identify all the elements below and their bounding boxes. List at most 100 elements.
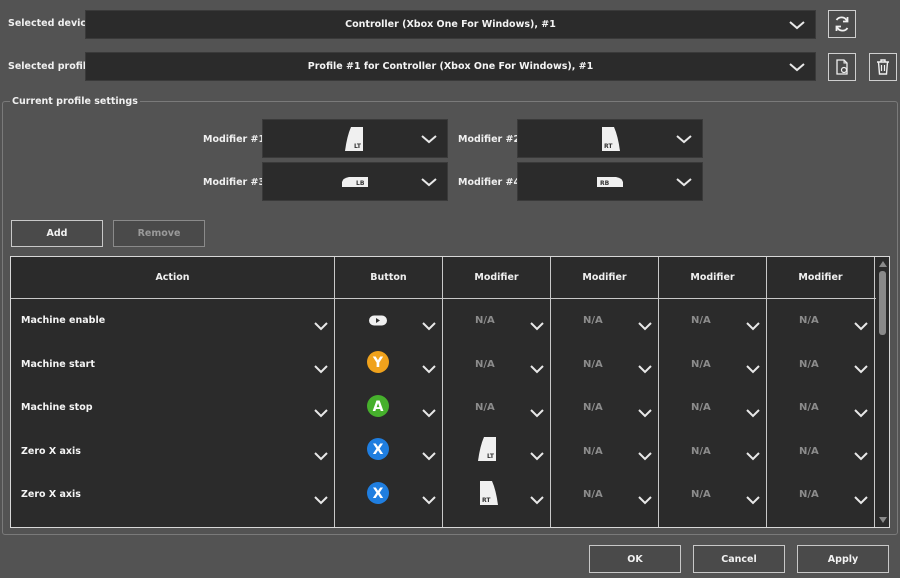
modifier-select[interactable]: N/A <box>767 473 874 516</box>
modifier-select[interactable]: N/A <box>767 299 874 342</box>
na-label: N/A <box>691 315 711 326</box>
chevron-down-icon <box>422 446 436 461</box>
chevron-down-icon <box>530 403 544 417</box>
header-modifier-3: Modifier <box>690 272 735 283</box>
chevron-down-icon <box>854 446 868 461</box>
svg-text:RT: RT <box>604 143 613 150</box>
chevron-down-icon <box>530 359 544 374</box>
vertical-scrollbar[interactable] <box>876 257 889 527</box>
scroll-up-icon[interactable] <box>879 261 887 267</box>
button-select[interactable]: A <box>335 386 442 429</box>
modifier-4-select[interactable]: RB <box>517 162 703 201</box>
selected-profile-label: Selected profile <box>8 61 93 72</box>
button-select[interactable] <box>335 299 442 342</box>
na-label: N/A <box>799 489 819 500</box>
scrollbar-thumb[interactable] <box>879 271 886 335</box>
action-select[interactable]: Machine enable <box>11 299 334 342</box>
modifier-select[interactable]: N/A <box>767 386 874 429</box>
remove-button[interactable]: Remove <box>113 220 205 247</box>
add-button[interactable]: Add <box>11 220 103 247</box>
na-label: N/A <box>583 358 603 370</box>
header-action: Action <box>155 272 190 283</box>
modifier-select[interactable]: N/A <box>551 473 658 516</box>
modifier-select[interactable]: N/A <box>443 343 550 386</box>
rb-bumper-icon: RB <box>597 176 623 187</box>
svg-text:LT: LT <box>487 453 495 460</box>
modifier-select[interactable]: N/A <box>551 430 658 473</box>
svg-text:X: X <box>372 486 383 502</box>
button-select[interactable]: X <box>335 473 442 516</box>
chevron-down-icon <box>746 403 760 417</box>
modifier-select[interactable]: N/A <box>443 386 550 429</box>
chevron-down-icon <box>422 316 436 330</box>
modifier-select[interactable]: RT <box>443 473 550 516</box>
na-label: N/A <box>799 402 819 413</box>
rt-trigger-icon: RT <box>602 126 620 151</box>
chevron-down-icon <box>854 403 868 417</box>
na-label: N/A <box>691 489 711 500</box>
modifier-select[interactable]: N/A <box>443 299 550 342</box>
action-select[interactable]: Zero X axis <box>11 473 334 516</box>
chevron-down-icon <box>638 446 652 461</box>
apply-button[interactable]: Apply <box>797 545 889 573</box>
modifier-select[interactable]: N/A <box>659 430 766 473</box>
modifier-select[interactable]: LT <box>443 430 550 473</box>
modifier-select[interactable]: N/A <box>767 343 874 386</box>
modifier-select[interactable]: N/A <box>659 386 766 429</box>
modifier-2-label: Modifier #2 <box>458 134 521 145</box>
modifier-3-select[interactable]: LB <box>262 162 448 201</box>
rt-trigger-icon: RT <box>479 480 498 505</box>
device-select-value: Controller (Xbox One For Windows), #1 <box>345 19 556 30</box>
chevron-down-icon <box>854 359 868 374</box>
column-divider <box>874 257 875 527</box>
modifier-2-select[interactable]: RT <box>517 119 703 158</box>
modifier-select[interactable]: N/A <box>659 299 766 342</box>
modifier-select[interactable]: N/A <box>551 386 658 429</box>
action-select[interactable]: Machine start <box>11 343 334 386</box>
delete-profile-button[interactable] <box>869 53 897 81</box>
edit-profile-icon <box>836 59 848 75</box>
chevron-down-icon <box>854 490 868 504</box>
action-select[interactable]: Zero X axis <box>11 430 334 473</box>
ok-button[interactable]: OK <box>589 545 681 573</box>
chevron-down-icon <box>422 403 436 417</box>
refresh-button[interactable] <box>828 10 856 38</box>
chevron-down-icon <box>638 359 652 374</box>
chevron-down-icon <box>314 403 328 417</box>
lt-trigger-icon: LT <box>477 437 496 461</box>
refresh-icon <box>835 16 849 32</box>
modifier-select[interactable]: N/A <box>767 430 874 473</box>
profile-select[interactable]: Profile #1 for Controller (Xbox One For … <box>85 52 816 81</box>
button-select[interactable]: X <box>335 430 442 473</box>
selected-device-label: Selected device <box>8 18 93 29</box>
x-button-icon: X <box>366 438 389 460</box>
device-select[interactable]: Controller (Xbox One For Windows), #1 <box>85 10 816 39</box>
button-select[interactable]: Y <box>335 343 442 386</box>
chevron-down-icon <box>746 490 760 504</box>
chevron-down-icon <box>789 62 805 72</box>
modifier-select[interactable]: N/A <box>659 473 766 516</box>
action-select[interactable]: Machine stop <box>11 386 334 429</box>
na-label: N/A <box>583 489 603 500</box>
action-label: Machine start <box>21 358 95 370</box>
action-label: Zero X axis <box>21 489 81 500</box>
chevron-down-icon <box>746 446 760 461</box>
edit-profile-button[interactable] <box>828 53 856 81</box>
modifier-1-select[interactable]: LT <box>262 119 448 158</box>
na-label: N/A <box>475 315 495 326</box>
chevron-down-icon <box>789 20 805 30</box>
chevron-down-icon <box>421 177 437 187</box>
svg-text:RB: RB <box>600 180 610 187</box>
modifier-select[interactable]: N/A <box>659 343 766 386</box>
na-label: N/A <box>691 445 711 457</box>
chevron-down-icon <box>530 490 544 504</box>
na-label: N/A <box>475 402 495 413</box>
svg-text:X: X <box>372 442 383 458</box>
modifier-select[interactable]: N/A <box>551 343 658 386</box>
scroll-down-icon[interactable] <box>879 517 887 523</box>
svg-text:LB: LB <box>356 180 365 187</box>
chevron-down-icon <box>638 490 652 504</box>
chevron-down-icon <box>421 134 437 144</box>
cancel-button[interactable]: Cancel <box>693 545 785 573</box>
modifier-select[interactable]: N/A <box>551 299 658 342</box>
